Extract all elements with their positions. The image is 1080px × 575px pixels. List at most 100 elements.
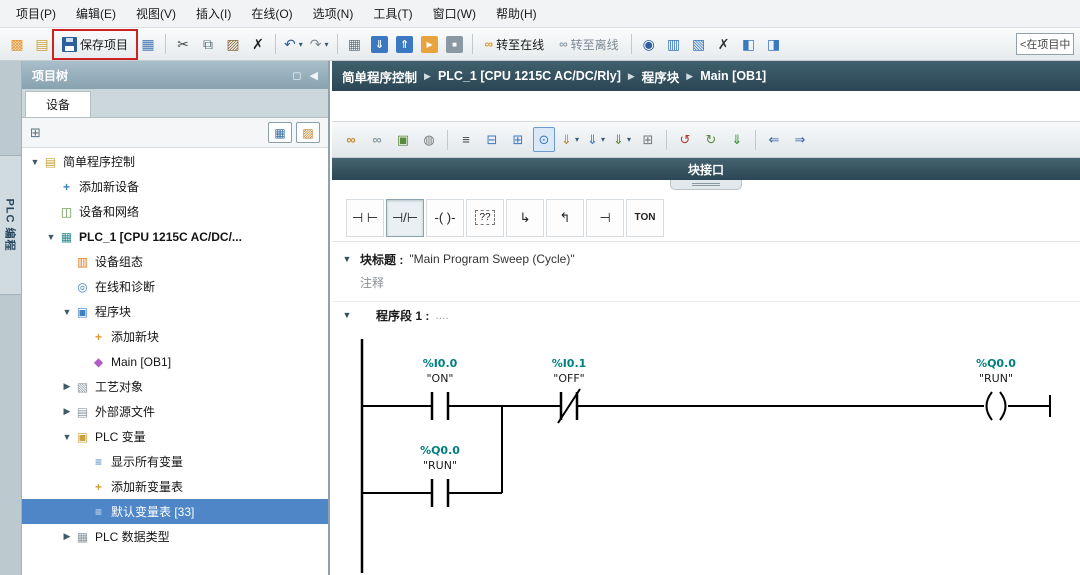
delete-icon[interactable]: ✗	[247, 32, 269, 57]
chevron-down-icon[interactable]: ▾	[299, 40, 303, 49]
block-interface-bar[interactable]: 块接口	[332, 158, 1080, 180]
block-comment[interactable]: 注释	[360, 274, 384, 291]
save-project-button[interactable]: 保存项目	[52, 28, 139, 60]
accessible-devices-icon[interactable]: ◉	[638, 32, 660, 57]
cut-icon[interactable]: ✂	[172, 32, 194, 57]
menu-insert[interactable]: 插入(I)	[186, 0, 241, 27]
no-contact-button[interactable]: ⊣ ⊢	[346, 198, 384, 237]
absolute-operands-icon[interactable]: ≡	[455, 127, 477, 152]
tree-item-add-new-device[interactable]: + 添加新设备	[22, 174, 328, 199]
tree-item-default-tag-table[interactable]: ≡ 默认变量表 [33]	[22, 499, 328, 524]
menu-project[interactable]: 项目(P)	[6, 0, 66, 27]
tab-plc-programming[interactable]: PLC 编程	[0, 155, 22, 295]
breadcrumb-main-ob1[interactable]: Main [OB1]	[700, 69, 766, 83]
tree-item-device-config[interactable]: ▥ 设备组态	[22, 249, 328, 274]
tree-item-project[interactable]: ▼ ▤ 简单程序控制	[22, 149, 328, 174]
expander-icon[interactable]: ▼	[28, 157, 42, 167]
tree-item-program-blocks[interactable]: ▼ ▣ 程序块	[22, 299, 328, 324]
split-editor-vertical-icon[interactable]: ◨	[763, 32, 785, 57]
stop-cpu-icon[interactable]: ■	[444, 32, 466, 57]
expander-icon[interactable]: ▼	[60, 307, 74, 317]
free-form-comment-icon[interactable]: ⊞	[637, 127, 659, 152]
no-contact-element[interactable]	[362, 392, 450, 420]
download-to-device-icon[interactable]: ⇓	[369, 32, 391, 57]
collapse-handle[interactable]	[670, 180, 742, 190]
network-comment[interactable]: ....	[435, 308, 448, 322]
insert-box-button[interactable]: ⇓ ▾	[611, 127, 633, 152]
split-editor-horizontal-icon[interactable]: ◧	[738, 32, 760, 57]
project-search-input[interactable]	[1016, 33, 1074, 55]
operand-symbol[interactable]: "RUN"	[423, 459, 457, 472]
expander-icon[interactable]: ▶	[60, 406, 74, 417]
collapse-panel-icon[interactable]: ◀	[310, 69, 318, 82]
expander-icon[interactable]: ▼	[60, 432, 74, 442]
redo-button[interactable]: ↷ ▾	[308, 32, 331, 57]
update-block-calls-icon[interactable]: ⇓	[726, 127, 748, 152]
tree-item-plc-data-types[interactable]: ▶ ▦ PLC 数据类型	[22, 524, 328, 549]
tree-item-devices-networks[interactable]: ◫ 设备和网络	[22, 199, 328, 224]
tree-item-technology-objects[interactable]: ▶ ▧ 工艺对象	[22, 374, 328, 399]
menu-help[interactable]: 帮助(H)	[486, 0, 547, 27]
insert-network-button[interactable]: ⇓ ▾	[559, 127, 581, 152]
tab-devices[interactable]: 设备	[25, 91, 92, 117]
compile-icon[interactable]: ▦	[344, 32, 366, 57]
tree-item-add-new-block[interactable]: + 添加新块	[22, 324, 328, 349]
operand-symbol[interactable]: "ON"	[426, 372, 453, 385]
start-cpu-icon[interactable]: ▶	[419, 32, 441, 57]
menu-view[interactable]: 视图(V)	[126, 0, 186, 27]
tree-item-show-all-tags[interactable]: ≡ 显示所有变量	[22, 449, 328, 474]
tree-item-plc-tags[interactable]: ▼ ▣ PLC 变量	[22, 424, 328, 449]
open-project-icon[interactable]: ▤	[31, 32, 53, 57]
go-to-previous-icon[interactable]: ↺	[674, 127, 696, 152]
diagram-view-icon[interactable]: ▨	[296, 122, 320, 143]
chevron-down-icon[interactable]: ▾	[325, 40, 329, 49]
go-online-button[interactable]: ∞ 转至在线	[479, 32, 551, 57]
receive-alarms-icon[interactable]: ▥	[663, 32, 685, 57]
network-comments-toggle-icon[interactable]: ⊙	[533, 127, 555, 152]
operand-symbol[interactable]: "OFF"	[553, 372, 584, 385]
block-title-value[interactable]: "Main Program Sweep (Cycle)"	[409, 252, 574, 266]
collapse-networks-icon[interactable]: ⊟	[481, 127, 503, 152]
expander-icon[interactable]: ▼	[44, 232, 58, 242]
close-branch-button[interactable]: ↰	[546, 198, 584, 237]
insert-row-button[interactable]: ⇓ ▾	[585, 127, 607, 152]
menu-options[interactable]: 选项(N)	[303, 0, 364, 27]
cancel-icon[interactable]: ✗	[713, 32, 735, 57]
empty-box-button[interactable]: ??	[466, 198, 504, 237]
upload-from-device-icon[interactable]: ⇑	[394, 32, 416, 57]
ton-timer-button[interactable]: TON	[626, 198, 664, 237]
jump-backward-icon[interactable]: ⇐	[763, 127, 785, 152]
coil-element[interactable]	[577, 391, 1051, 421]
menu-window[interactable]: 窗口(W)	[423, 0, 486, 27]
new-project-icon[interactable]: ▩	[6, 32, 28, 57]
menu-online[interactable]: 在线(O)	[241, 0, 302, 27]
contact-end-button[interactable]: ⊣	[586, 198, 624, 237]
menu-tools[interactable]: 工具(T)	[363, 0, 422, 27]
operand-address[interactable]: %I0.0	[423, 357, 458, 370]
monitoring-on-icon[interactable]: ∞	[340, 127, 362, 152]
tree-item-main-ob1[interactable]: ◆ Main [OB1]	[22, 349, 328, 374]
chevron-down-icon[interactable]: ▾	[601, 135, 605, 144]
project-info-icon[interactable]: ▧	[688, 32, 710, 57]
go-offline-button[interactable]: ∞ 转至离线	[553, 32, 625, 57]
list-view-icon[interactable]: ▦	[268, 122, 292, 143]
operand-address[interactable]: %Q0.0	[976, 357, 1016, 370]
nc-contact-element[interactable]	[448, 388, 581, 424]
snapshot-icon[interactable]: ◍	[418, 127, 440, 152]
network-label[interactable]: 程序段 1 :	[376, 307, 429, 324]
copy-icon[interactable]: ⧉	[197, 32, 219, 57]
operand-address[interactable]: %Q0.0	[420, 444, 460, 457]
expand-networks-icon[interactable]: ⊞	[507, 127, 529, 152]
open-branch-button[interactable]: ↳	[506, 198, 544, 237]
tree-item-add-new-tag-table[interactable]: + 添加新变量表	[22, 474, 328, 499]
menu-edit[interactable]: 编辑(E)	[66, 0, 126, 27]
chevron-down-icon[interactable]: ▾	[575, 135, 579, 144]
tree-item-online-diagnostics[interactable]: ◎ 在线和诊断	[22, 274, 328, 299]
breadcrumb-program-blocks[interactable]: 程序块	[642, 67, 680, 86]
retain-values-icon[interactable]: ▣	[392, 127, 414, 152]
operand-address[interactable]: %I0.1	[552, 357, 587, 370]
ladder-canvas[interactable]: %I0.0 "ON" %I0.1 "OFF" %Q0.0 "RUN" %Q0.0…	[332, 331, 1080, 575]
paste-icon[interactable]: ▨	[222, 32, 244, 57]
pin-panel-icon[interactable]: ◻	[292, 69, 301, 82]
collapse-network-icon[interactable]: ▼	[340, 310, 354, 320]
